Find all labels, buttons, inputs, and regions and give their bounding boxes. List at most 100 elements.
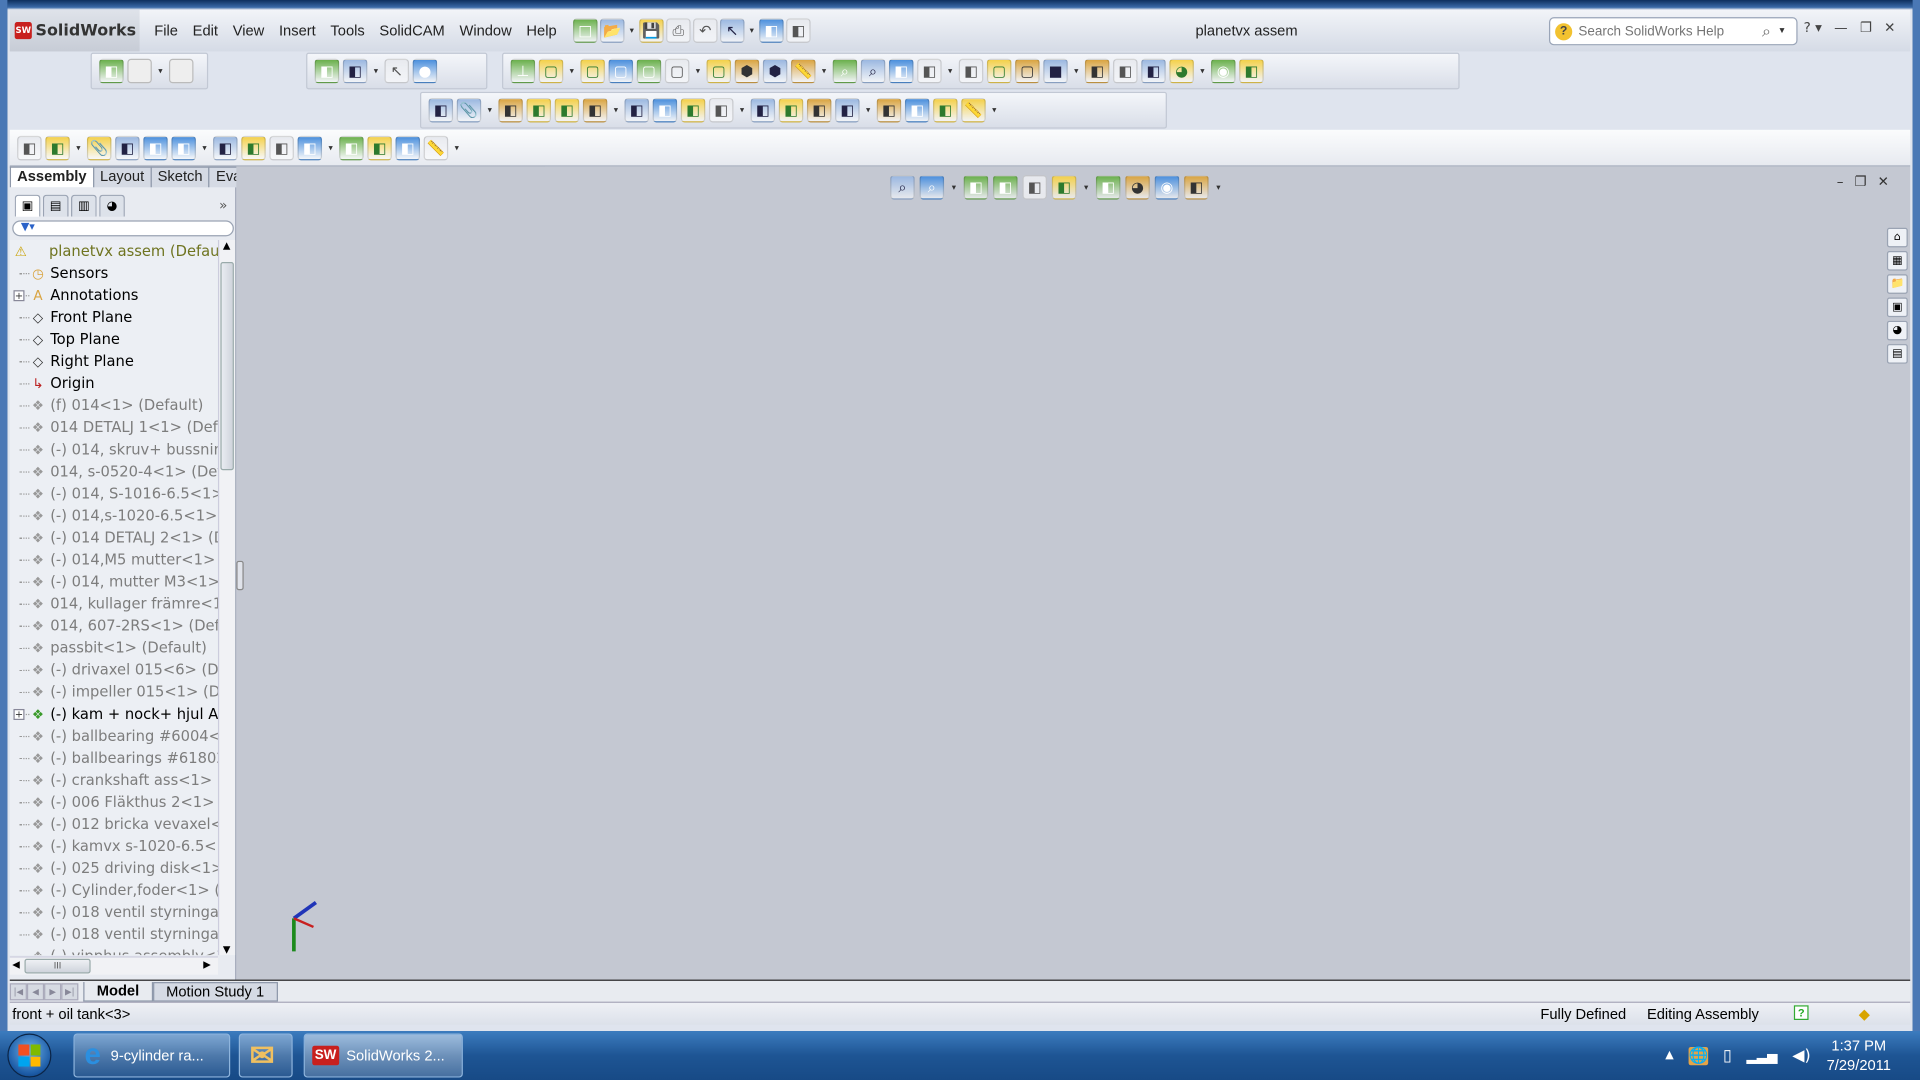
tab-sketch[interactable]: Sketch [150, 166, 210, 188]
isometric-icon[interactable]: ⬢ [734, 58, 760, 84]
solidworks-logo[interactable]: SW SolidWorks [9, 9, 140, 52]
zoom-to-fit-icon[interactable]: ⌕ [832, 58, 858, 84]
tree-vertical-scrollbar[interactable]: ▲ ▼ [217, 240, 236, 955]
search-help-field[interactable]: ? ⌕ ▼ [1548, 17, 1798, 46]
section-view-icon[interactable]: ◧ [993, 175, 1018, 200]
explode-line-sketch-icon[interactable]: ◧ [395, 135, 421, 160]
tree-item[interactable]: ❖ 014, s-0520-4<1> (Default) [10, 460, 218, 482]
close-button[interactable]: ✕ [1884, 20, 1895, 36]
tree-item[interactable]: ❖ (-) vipphus assembly<1> [10, 945, 218, 955]
menu-solidcam[interactable]: SolidCAM [372, 10, 452, 52]
show-hidden-icon[interactable]: ◧ [213, 135, 238, 160]
tree-item[interactable]: ↳ Origin [10, 372, 218, 394]
print-icon[interactable]: ⎙ [666, 18, 691, 43]
featuremanager-tab[interactable]: ▣ [14, 194, 41, 217]
back-icon[interactable]: ▢ [580, 58, 605, 84]
assembly-layout-icon[interactable]: ◧ [314, 58, 340, 84]
display-style-icon[interactable]: ◧ [1051, 175, 1077, 200]
trimetric-icon[interactable]: ⬢ [762, 58, 788, 84]
dropdown-arrow-icon[interactable]: ▾ [819, 66, 829, 76]
zoom-to-fit-icon[interactable]: ⌕ [890, 175, 915, 200]
prev-tab-icon[interactable]: ◀ [26, 982, 45, 1000]
tree-item[interactable]: ❖ (-) crankshaft ass<1> (Default) [10, 769, 218, 791]
display-style-icon[interactable]: ◧ [1113, 58, 1138, 84]
hide-show-icon[interactable]: ◧ [1141, 58, 1166, 84]
rebuild-icon[interactable]: ◧ [917, 58, 942, 84]
smart-fasteners-icon[interactable]: ◧ [143, 135, 168, 160]
front-icon[interactable]: ▢ [538, 58, 564, 84]
previous-view-icon[interactable]: ◧ [888, 58, 914, 84]
panel-splitter-handle[interactable] [236, 560, 244, 591]
edit-component-icon[interactable]: ◧ [17, 135, 42, 160]
tree-item[interactable]: ❖ (-) 006 Fläkthus 2<1> (Default) [10, 791, 218, 813]
assembly-features-icon[interactable]: ◧ [624, 97, 649, 123]
hide-show-icon[interactable]: ◧ [1095, 175, 1121, 200]
taskbar-button[interactable]: ✉ [238, 1033, 293, 1078]
tree-item[interactable]: + ❖ (-) kam + nock+ hjul Assem [10, 703, 218, 725]
taskbar-button[interactable]: SW SolidWorks 2... [303, 1033, 463, 1078]
viewport-close-button[interactable]: ✕ [1878, 174, 1889, 190]
tree-item[interactable]: ❖ (-) Cylinder,foder<1> (Default) [10, 879, 218, 901]
clock[interactable]: 1:37 PM 7/29/2011 [1810, 1036, 1908, 1075]
view-orientation-icon[interactable]: ◧ [1084, 58, 1110, 84]
zoom-to-area-icon[interactable]: ⌕ [919, 175, 945, 200]
viewport-minimize-button[interactable]: – [1837, 174, 1844, 190]
dropdown-arrow-icon[interactable]: ▾ [737, 105, 747, 115]
exploded-view-icon[interactable]: ◧ [367, 135, 392, 160]
appearance-icon[interactable]: ● [412, 58, 438, 84]
mate-icon[interactable]: 📎 [86, 135, 112, 160]
apply-scene-icon[interactable]: ◉ [1154, 175, 1180, 200]
linear-pattern-icon[interactable]: ◧ [115, 135, 140, 160]
graphics-area[interactable] [236, 166, 1911, 980]
search-dropdown-icon[interactable]: ▼ [1777, 27, 1787, 36]
tree-horizontal-scrollbar[interactable]: ◀ III ▶ [9, 956, 218, 975]
network-globe-icon[interactable]: 🌐 [1688, 1046, 1709, 1065]
measure-icon[interactable]: 📏 [961, 97, 986, 123]
tree-item[interactable]: ❖ (-) 014, S-1016-6.5<1> (Default) [10, 482, 218, 504]
scroll-up-icon[interactable]: ▲ [223, 240, 231, 251]
blank-icon[interactable] [127, 58, 152, 84]
menu-file[interactable]: File [147, 10, 185, 52]
assembly-xpert-icon[interactable]: ◧ [933, 97, 958, 123]
wireframe-icon[interactable]: ▢ [986, 58, 1012, 84]
search-icon[interactable]: ⌕ [1762, 21, 1771, 41]
dropdown-arrow-icon[interactable]: ▾ [949, 182, 959, 192]
open-icon[interactable]: 📂 [600, 18, 625, 43]
right-icon[interactable]: ▢ [636, 58, 662, 84]
taskbar-button[interactable]: e 9-cylinder ra... [73, 1033, 231, 1078]
tree-item[interactable]: ❖ (-) 025 driving disk<1> (Default) [10, 857, 218, 879]
volume-icon[interactable]: ◀) [1792, 1046, 1810, 1064]
view-settings-icon[interactable]: ◧ [1239, 58, 1264, 84]
tree-item[interactable]: ❖ (-) 014, skruv+ bussning<1> [10, 438, 218, 460]
smart-fasteners-icon[interactable]: ◧ [526, 97, 552, 123]
menu-help[interactable]: Help [519, 10, 564, 52]
bill-of-materials-icon[interactable]: ◧ [339, 135, 364, 160]
expand-icon[interactable]: + [13, 708, 25, 720]
dropdown-arrow-icon[interactable]: ▾ [73, 143, 83, 153]
dropdown-arrow-icon[interactable]: ▾ [1213, 182, 1223, 192]
tree-item[interactable]: ❖ (-) 014, mutter M3<1> (Default) [10, 571, 218, 593]
last-tab-icon[interactable]: ▶| [61, 982, 79, 1000]
tree-item[interactable]: ❖ (-) 014 DETALJ 2<1> (Default) [10, 527, 218, 549]
assembly-features-icon[interactable]: ◧ [241, 135, 266, 160]
hole-alignment-icon[interactable]: ◧ [876, 97, 902, 123]
scroll-left-icon[interactable]: ◀ [12, 959, 20, 970]
explode-line-sketch-icon[interactable]: ◧ [778, 97, 804, 123]
hidden-lines-icon[interactable]: ▢ [1015, 58, 1040, 84]
assembly-visualization-icon[interactable]: ◧ [904, 97, 930, 123]
show-hidden-icon[interactable]: ◧ [582, 97, 608, 123]
help-menu-icon[interactable]: ? ▾ [1804, 20, 1822, 36]
linear-pattern-icon[interactable]: ◧ [498, 97, 523, 123]
scroll-thumb[interactable]: III [24, 958, 91, 974]
select-icon[interactable]: ↖ [384, 58, 409, 84]
home-icon[interactable]: ⌂ [1886, 227, 1908, 248]
tree-item[interactable]: ❖ (-) 012 bricka vevaxel<1> [10, 813, 218, 835]
tree-item[interactable]: ❖ (-) ballbearings #61802<1> [10, 747, 218, 769]
scroll-thumb[interactable] [220, 262, 234, 471]
minimize-button[interactable]: — [1834, 20, 1847, 36]
section-view-icon[interactable]: ◧ [958, 58, 984, 84]
first-tab-icon[interactable]: |◀ [9, 982, 27, 1000]
tree-item[interactable]: ❖ (-) impeller 015<1> (Default) [10, 681, 218, 703]
dropdown-arrow-icon[interactable]: ▾ [485, 105, 495, 115]
dropdown-arrow-icon[interactable]: ▾ [747, 26, 757, 36]
